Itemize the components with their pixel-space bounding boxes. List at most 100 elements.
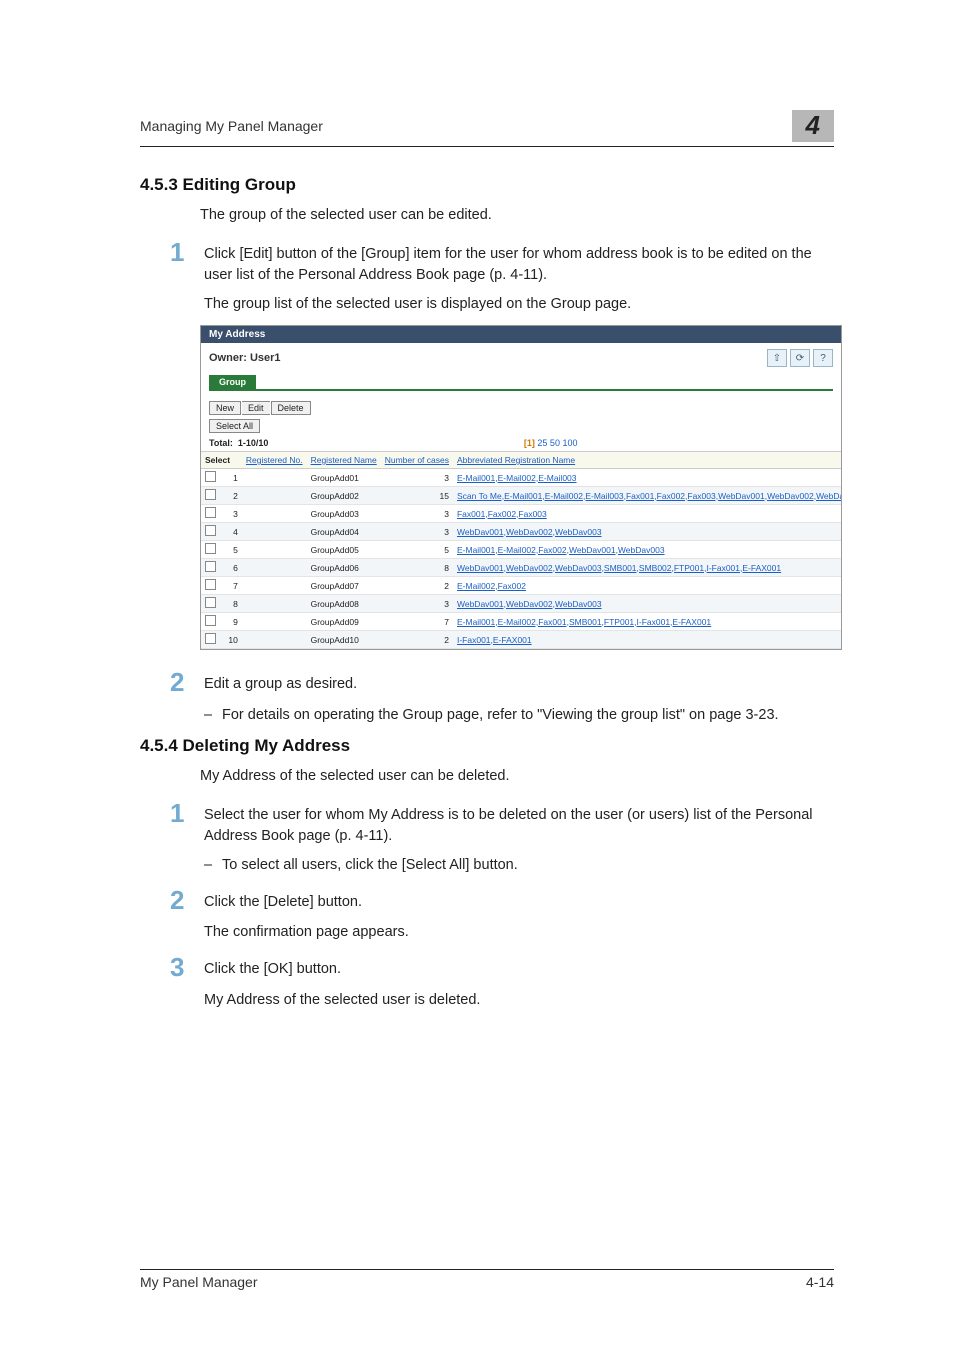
help-icon[interactable]: ? bbox=[813, 349, 833, 367]
registered-name: GroupAdd06 bbox=[307, 559, 381, 577]
step-number: 1 bbox=[170, 799, 204, 828]
new-button[interactable]: New bbox=[209, 401, 241, 415]
row-index: 1 bbox=[221, 469, 242, 487]
step-number: 2 bbox=[170, 668, 204, 697]
row-index: 9 bbox=[221, 613, 242, 631]
footer-left: My Panel Manager bbox=[140, 1274, 258, 1290]
registered-name: GroupAdd08 bbox=[307, 595, 381, 613]
row-checkbox[interactable] bbox=[205, 471, 216, 482]
number-of-cases: 3 bbox=[381, 523, 453, 541]
row-index: 3 bbox=[221, 505, 242, 523]
col-registered-no[interactable]: Registered No. bbox=[242, 452, 307, 469]
number-of-cases: 5 bbox=[381, 541, 453, 559]
footer-page-number: 4-14 bbox=[806, 1274, 834, 1290]
row-checkbox[interactable] bbox=[205, 633, 216, 644]
edit-button[interactable]: Edit bbox=[242, 401, 270, 415]
step-text: Click [Edit] button of the [Group] item … bbox=[204, 238, 834, 286]
bullet-text: To select all users, click the [Select A… bbox=[222, 855, 518, 876]
registered-name: GroupAdd10 bbox=[307, 631, 381, 649]
tab-group[interactable]: Group bbox=[209, 375, 256, 389]
step-text: Click the [Delete] button. bbox=[204, 886, 362, 913]
intro-453: The group of the selected user can be ed… bbox=[200, 205, 834, 226]
owner-label: Owner: User1 bbox=[209, 352, 281, 364]
step-text: Click the [OK] button. bbox=[204, 953, 341, 980]
number-of-cases: 2 bbox=[381, 577, 453, 595]
select-all-button[interactable]: Select All bbox=[209, 419, 260, 433]
step-number: 2 bbox=[170, 886, 204, 915]
abbreviated-name: Scan To Me,E-Mail001,E-Mail002,E-Mail003… bbox=[453, 487, 841, 505]
row-checkbox[interactable] bbox=[205, 561, 216, 572]
chapter-number: 4 bbox=[792, 110, 834, 142]
row-checkbox[interactable] bbox=[205, 507, 216, 518]
heading-deleting-my-address: 4.5.4 Deleting My Address bbox=[140, 736, 834, 756]
registered-name: GroupAdd03 bbox=[307, 505, 381, 523]
step-result: The confirmation page appears. bbox=[204, 922, 834, 943]
step-number: 3 bbox=[170, 953, 204, 982]
step-result: My Address of the selected user is delet… bbox=[204, 990, 834, 1011]
intro-454: My Address of the selected user can be d… bbox=[200, 766, 834, 787]
col-select: Select bbox=[201, 452, 242, 469]
row-index: 4 bbox=[221, 523, 242, 541]
step-text: Select the user for whom My Address is t… bbox=[204, 799, 834, 847]
table-row: 5GroupAdd055E-Mail001,E-Mail002,Fax002,W… bbox=[201, 541, 841, 559]
abbreviated-name: E-Mail001,E-Mail002,Fax001,SMB001,FTP001… bbox=[453, 613, 841, 631]
number-of-cases: 7 bbox=[381, 613, 453, 631]
table-row: 7 GroupAdd072E-Mail002,Fax002 bbox=[201, 577, 841, 595]
row-checkbox[interactable] bbox=[205, 597, 216, 608]
heading-editing-group: 4.5.3 Editing Group bbox=[140, 175, 834, 195]
step-number: 1 bbox=[170, 238, 204, 267]
number-of-cases: 3 bbox=[381, 595, 453, 613]
registered-name: GroupAdd01 bbox=[307, 469, 381, 487]
number-of-cases: 8 bbox=[381, 559, 453, 577]
group-table: Select Registered No. Registered Name Nu… bbox=[201, 451, 841, 649]
bullet-dash: – bbox=[204, 705, 222, 726]
bullet-dash: – bbox=[204, 855, 222, 876]
registered-name: GroupAdd05 bbox=[307, 541, 381, 559]
abbreviated-name: E-Mail001,E-Mail002,Fax002,WebDav001,Web… bbox=[453, 541, 841, 559]
refresh-icon[interactable]: ⟳ bbox=[790, 349, 810, 367]
registered-name: GroupAdd02 bbox=[307, 487, 381, 505]
row-index: 8 bbox=[221, 595, 242, 613]
row-checkbox[interactable] bbox=[205, 615, 216, 626]
row-checkbox[interactable] bbox=[205, 489, 216, 500]
page-size-links[interactable]: [1] 25 50 100 bbox=[524, 438, 578, 448]
abbreviated-name: E-Mail002,Fax002 bbox=[453, 577, 841, 595]
abbreviated-name: I-Fax001,E-FAX001 bbox=[453, 631, 841, 649]
step-result: The group list of the selected user is d… bbox=[204, 294, 834, 315]
row-index: 5 bbox=[221, 541, 242, 559]
registered-name: GroupAdd09 bbox=[307, 613, 381, 631]
bullet-text: For details on operating the Group page,… bbox=[222, 705, 779, 726]
screenshot-group-page: My Address Owner: User1 ⇧ ⟳ ? Group NewE… bbox=[200, 325, 842, 650]
row-checkbox[interactable] bbox=[205, 543, 216, 554]
abbreviated-name: E-Mail001,E-Mail002,E-Mail003 bbox=[453, 469, 841, 487]
delete-button[interactable]: Delete bbox=[271, 401, 311, 415]
row-index: 7 bbox=[221, 577, 242, 595]
row-checkbox[interactable] bbox=[205, 525, 216, 536]
table-row: 8 GroupAdd083WebDav001,WebDav002,WebDav00… bbox=[201, 595, 841, 613]
number-of-cases: 3 bbox=[381, 469, 453, 487]
registered-name: GroupAdd07 bbox=[307, 577, 381, 595]
table-row: 1 GroupAdd013E-Mail001,E-Mail002,E-Mail00… bbox=[201, 469, 841, 487]
abbreviated-name: WebDav001,WebDav002,WebDav003 bbox=[453, 523, 841, 541]
registered-name: GroupAdd04 bbox=[307, 523, 381, 541]
table-row: 10GroupAdd102I-Fax001,E-FAX001 bbox=[201, 631, 841, 649]
number-of-cases: 2 bbox=[381, 631, 453, 649]
row-index: 2 bbox=[221, 487, 242, 505]
abbreviated-name: WebDav001,WebDav002,WebDav003,SMB001,SMB… bbox=[453, 559, 841, 577]
table-row: 4 GroupAdd043WebDav001,WebDav002,WebDav00… bbox=[201, 523, 841, 541]
col-registered-name[interactable]: Registered Name bbox=[307, 452, 381, 469]
abbreviated-name: WebDav001,WebDav002,WebDav003 bbox=[453, 595, 841, 613]
export-icon[interactable]: ⇧ bbox=[767, 349, 787, 367]
table-row: 3GroupAdd033Fax001,Fax002,Fax003 bbox=[201, 505, 841, 523]
col-abbreviated-name[interactable]: Abbreviated Registration Name bbox=[453, 452, 841, 469]
col-number-of-cases[interactable]: Number of cases bbox=[381, 452, 453, 469]
table-row: 9 GroupAdd097E-Mail001,E-Mail002,Fax001,S… bbox=[201, 613, 841, 631]
step-text: Edit a group as desired. bbox=[204, 668, 357, 695]
running-header: Managing My Panel Manager bbox=[140, 118, 323, 134]
table-row: 2 GroupAdd0215Scan To Me,E-Mail001,E-Mail… bbox=[201, 487, 841, 505]
abbreviated-name: Fax001,Fax002,Fax003 bbox=[453, 505, 841, 523]
number-of-cases: 15 bbox=[381, 487, 453, 505]
total-value: 1-10/10 bbox=[238, 438, 269, 448]
row-checkbox[interactable] bbox=[205, 579, 216, 590]
row-index: 6 bbox=[221, 559, 242, 577]
